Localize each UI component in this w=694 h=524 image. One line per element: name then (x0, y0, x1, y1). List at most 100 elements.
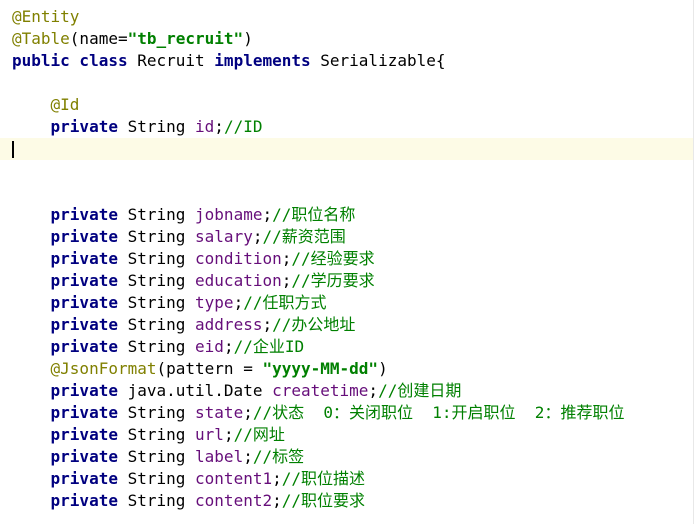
code-line[interactable]: private String url;//网址 (0, 424, 694, 446)
code-token: String (127, 491, 196, 510)
code-token: private (50, 337, 128, 356)
code-token: String (127, 425, 196, 444)
code-line[interactable] (0, 72, 694, 94)
code-line-text: private String address;//办公地址 (12, 314, 356, 336)
code-token: ; (223, 337, 234, 356)
code-token: //薪资范围 (262, 227, 346, 246)
code-token: ; (243, 447, 253, 466)
code-line[interactable]: private String address;//办公地址 (0, 314, 694, 336)
code-token: //经验要求 (291, 249, 375, 268)
code-token: content1 (195, 469, 273, 488)
code-line-text: private java.util.Date createtime;//创建日期 (12, 380, 462, 402)
code-token: String (127, 205, 196, 224)
code-line[interactable]: private String content2;//职位要求 (0, 490, 694, 512)
code-line[interactable]: private java.util.Date createtime;//创建日期 (0, 380, 694, 402)
code-line-text: private String education;//学历要求 (12, 270, 375, 292)
code-token: implements (214, 51, 321, 70)
code-line-text: private String content1;//职位描述 (12, 468, 365, 490)
code-line-text: private String eid;//企业ID (12, 336, 305, 358)
code-token: ; (281, 249, 292, 268)
code-token: ) (243, 29, 253, 48)
code-token: String (127, 117, 196, 136)
code-line[interactable]: private String id;//ID (0, 116, 694, 138)
code-line-text: @Table(name="tb_recruit") (12, 28, 253, 50)
code-token: salary (195, 227, 253, 246)
code-line-text: private String condition;//经验要求 (12, 248, 375, 270)
code-token: //企业ID (233, 337, 305, 356)
code-token: education (195, 271, 282, 290)
current-code-line[interactable] (0, 138, 694, 160)
code-token: String (127, 469, 196, 488)
code-token: Recruit (137, 51, 215, 70)
code-token: ; (262, 205, 273, 224)
code-editor[interactable]: @Entity @Table(name="tb_recruit") public c… (0, 0, 694, 524)
code-line[interactable]: private String condition;//经验要求 (0, 248, 694, 270)
code-line[interactable]: private String content1;//职位描述 (0, 468, 694, 490)
code-line-text: @Id (12, 94, 80, 116)
code-line[interactable]: @Id (0, 94, 694, 116)
code-token: String (127, 337, 196, 356)
code-token: (name= (69, 29, 128, 48)
code-token: content2 (195, 491, 273, 510)
code-token: private (50, 293, 128, 312)
code-line[interactable] (0, 160, 694, 182)
code-token: String (127, 403, 196, 422)
code-line[interactable]: private String salary;//薪资范围 (0, 226, 694, 248)
code-token: String (127, 293, 196, 312)
code-line-text: @Entity (12, 6, 79, 28)
code-token: ; (281, 271, 292, 290)
code-line[interactable]: private String eid;//企业ID (0, 336, 694, 358)
code-line[interactable]: private String label;//标签 (0, 446, 694, 468)
code-token: "tb_recruit" (127, 29, 244, 48)
code-token: @JsonFormat (50, 359, 157, 378)
code-token: eid (195, 337, 224, 356)
code-line[interactable]: private String education;//学历要求 (0, 270, 694, 292)
code-token: //状态 0：关闭职位 1:开启职位 2：推荐职位 (252, 403, 625, 422)
code-line-text: private String label;//标签 (12, 446, 305, 468)
code-line[interactable]: @Entity (0, 6, 694, 28)
code-token: private (50, 447, 128, 466)
code-token: //网址 (233, 425, 285, 444)
code-token: ; (214, 117, 224, 136)
code-token: //职位描述 (281, 469, 366, 488)
code-line[interactable]: private String type;//任职方式 (0, 292, 694, 314)
code-token: private (50, 403, 128, 422)
code-line[interactable]: public class Recruit implements Serializ… (0, 50, 694, 72)
code-line-text: private String id;//ID (12, 116, 263, 138)
code-line[interactable] (0, 182, 694, 204)
code-token: ; (272, 491, 282, 510)
code-token: private (50, 205, 128, 224)
code-line[interactable]: @Table(name="tb_recruit") (0, 28, 694, 50)
code-line[interactable]: @JsonFormat(pattern = "yyyy-MM-dd") (0, 358, 694, 380)
code-token: @Entity (12, 7, 80, 26)
code-line-text: private String state;//状态 0：关闭职位 1:开启职位 … (12, 402, 625, 424)
code-token: Serializable{ (320, 51, 446, 70)
code-line-text: private String jobname;//职位名称 (12, 204, 356, 226)
code-token: id (195, 117, 215, 136)
code-token: private (50, 381, 128, 400)
code-token: (pattern = (156, 359, 263, 378)
code-token: state (195, 403, 244, 422)
code-token: String (127, 315, 196, 334)
code-line[interactable]: private String jobname;//职位名称 (0, 204, 694, 226)
code-token: ; (272, 469, 282, 488)
code-token: private (50, 469, 128, 488)
code-token: createtime (272, 381, 369, 400)
code-line-text: public class Recruit implements Serializ… (12, 50, 446, 72)
code-token: private (50, 315, 128, 334)
code-token: @Table (12, 29, 70, 48)
code-line[interactable]: private String state;//状态 0：关闭职位 1:开启职位 … (0, 402, 694, 424)
code-token: //任职方式 (243, 293, 327, 312)
code-token: //标签 (252, 447, 305, 466)
